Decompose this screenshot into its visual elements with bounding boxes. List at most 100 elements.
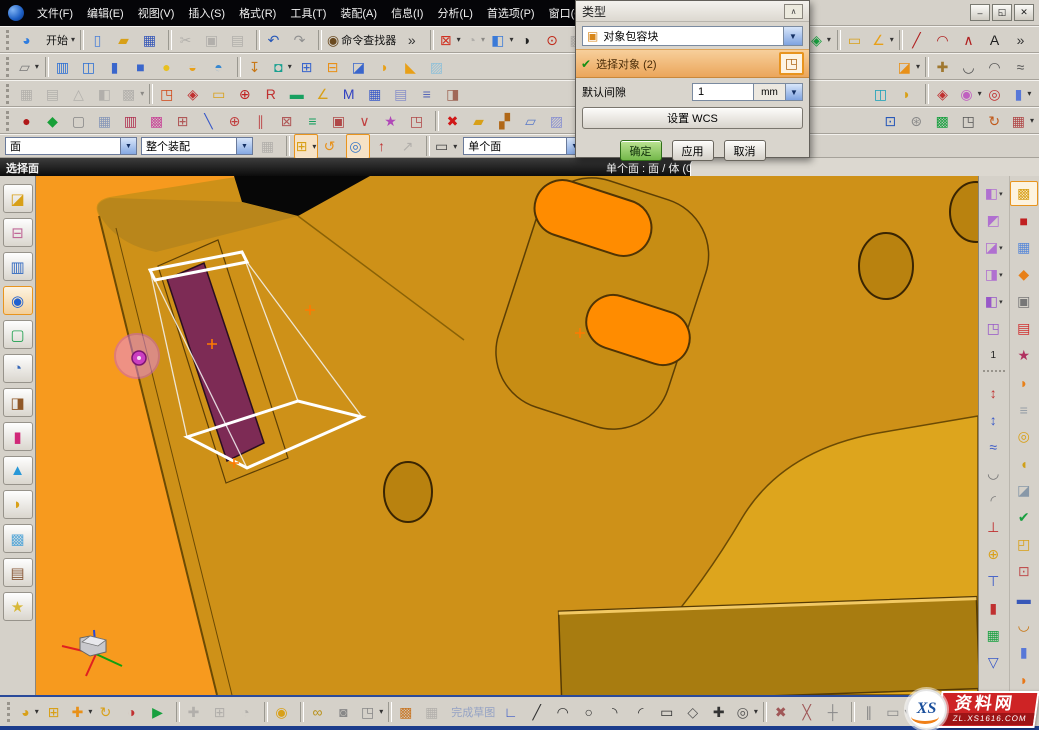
rainbow-layers-icon[interactable]: ≡: [303, 108, 327, 133]
sprue-icon[interactable]: ⊥: [980, 515, 1008, 540]
marquee-select-icon[interactable]: ▭▾: [434, 134, 458, 159]
color-grid-icon[interactable]: ▩: [933, 108, 957, 133]
command-finder-icon[interactable]: ◉命令查找器: [326, 27, 400, 52]
type-filter-combo[interactable]: 面 ▼: [5, 137, 137, 155]
unit-caret-icon[interactable]: ▼: [786, 83, 803, 101]
enlarge-surface-icon[interactable]: ◧▾: [980, 289, 1008, 314]
add-component-icon[interactable]: ✚▾: [70, 699, 94, 724]
display-green-icon[interactable]: ◆: [43, 108, 67, 133]
create-box-icon[interactable]: ◧▾: [980, 181, 1008, 206]
cooling-icon[interactable]: ▮: [1010, 640, 1038, 665]
separator[interactable]: [388, 702, 392, 722]
unit-dropdown[interactable]: mm: [754, 83, 786, 101]
arc-icon[interactable]: ◠: [553, 699, 577, 724]
circle-icon[interactable]: ○: [579, 699, 603, 724]
layer-visible-icon[interactable]: ▨: [547, 108, 571, 133]
close-button[interactable]: ✕: [1014, 4, 1034, 21]
pin-icon[interactable]: ▮: [980, 596, 1008, 621]
curve-tool-icon[interactable]: ◡: [959, 54, 983, 79]
move-component-icon[interactable]: △: [69, 81, 93, 106]
section-view-icon[interactable]: ⊙: [542, 27, 566, 52]
standard-part-icon[interactable]: ⊡: [1010, 559, 1038, 584]
open-file-icon[interactable]: ▰: [114, 27, 138, 52]
start-menu-button[interactable]: 开始▾: [43, 27, 76, 52]
line-icon[interactable]: ╱: [527, 699, 551, 724]
assembly-select-icon[interactable]: ▦: [258, 134, 282, 159]
system-clock-tab[interactable]: ◔: [3, 354, 33, 383]
minimize-button[interactable]: –: [970, 4, 990, 21]
separator[interactable]: [318, 30, 322, 50]
toolbar-grip[interactable]: [7, 702, 14, 722]
history-tab[interactable]: ▢: [3, 320, 33, 349]
sheet-body-icon[interactable]: ▨: [427, 54, 451, 79]
separator[interactable]: [286, 136, 290, 156]
initialize-project-icon[interactable]: ▩: [1010, 181, 1038, 206]
lines-icon[interactable]: ≡: [417, 81, 441, 106]
separator[interactable]: [45, 57, 49, 77]
component-group-icon[interactable]: ⊞: [44, 699, 68, 724]
separator[interactable]: [80, 30, 84, 50]
highlight-lines-icon[interactable]: ◎: [985, 81, 1009, 106]
materials-tab[interactable]: ▮: [3, 422, 33, 451]
toolbar-overflow[interactable]: »: [1011, 27, 1035, 52]
separator[interactable]: [237, 57, 241, 77]
line-icon[interactable]: ╱: [907, 27, 931, 52]
rectangle-icon[interactable]: ▭: [657, 699, 681, 724]
trim-body-icon[interactable]: ◪: [349, 54, 373, 79]
find-component-icon[interactable]: ◕▾: [18, 699, 42, 724]
separator[interactable]: [426, 136, 430, 156]
note-icon[interactable]: ◜: [980, 488, 1008, 513]
graphics-viewport[interactable]: [36, 176, 978, 695]
studio-spline-icon[interactable]: ∧: [959, 27, 983, 52]
expression-icon[interactable]: ▦: [365, 81, 389, 106]
separator[interactable]: [256, 30, 260, 50]
exploded-view-icon[interactable]: ▩▾: [121, 81, 145, 106]
snap-point-icon[interactable]: ⊞▾: [294, 134, 318, 159]
radius-check-icon[interactable]: R: [261, 81, 285, 106]
hide-icon[interactable]: ▢: [69, 108, 93, 133]
cylinder-icon[interactable]: ▮: [105, 54, 129, 79]
sphere-icon[interactable]: ●: [157, 54, 181, 79]
polygon-icon[interactable]: ◇: [683, 699, 707, 724]
draft-analysis-icon[interactable]: ▮▾: [1011, 81, 1035, 106]
assembly-constraint-icon[interactable]: ✚: [184, 699, 208, 724]
cone-icon[interactable]: ◒: [183, 54, 207, 79]
stage-tab[interactable]: ▤: [3, 558, 33, 587]
finish-sketch-label[interactable]: 完成草图: [448, 699, 499, 724]
type-dropdown[interactable]: ▣ 对象包容块 ▼: [582, 26, 803, 46]
pattern-grid-icon[interactable]: ▦▾: [1011, 108, 1035, 133]
reference-blend-icon[interactable]: ◳: [980, 316, 1008, 341]
line-style-icon[interactable]: ╲: [199, 108, 223, 133]
solid-patch-icon[interactable]: ◪▾: [980, 235, 1008, 260]
round-hole[interactable]: [859, 233, 913, 299]
redo-icon[interactable]: ↷: [290, 27, 314, 52]
remember-constraint-icon[interactable]: ◔: [236, 699, 260, 724]
copy-icon[interactable]: ▣: [202, 27, 226, 52]
pocket-icon[interactable]: ◡: [980, 461, 1008, 486]
orient-view-icon[interactable]: ◧▾: [490, 27, 514, 52]
clearance-input[interactable]: 1: [692, 83, 754, 101]
assembly-navigator-tab[interactable]: ◪: [3, 184, 33, 213]
combo-caret-icon[interactable]: ▼: [120, 138, 136, 154]
angle-check-icon[interactable]: ∠: [313, 81, 337, 106]
sheet-10-icon[interactable]: ▱: [521, 108, 545, 133]
toolbar-grip[interactable]: [983, 370, 1005, 378]
roles-tab[interactable]: ◗: [3, 490, 33, 519]
toolbar-grip[interactable]: [6, 111, 13, 131]
parting-surface-icon[interactable]: ◗: [1010, 370, 1038, 395]
assembly-icon[interactable]: ▦: [17, 81, 41, 106]
top-select-icon[interactable]: ↑: [372, 134, 396, 159]
smooth-curve-icon[interactable]: ≈: [1011, 54, 1035, 79]
deviation-gauge-icon[interactable]: ◈: [933, 81, 957, 106]
shrinkage-icon[interactable]: ▦: [1010, 235, 1038, 260]
corner-box-icon[interactable]: ◳: [959, 108, 983, 133]
delete-icon[interactable]: ✖: [443, 108, 467, 133]
paste-icon[interactable]: ▤: [228, 27, 252, 52]
sheet-m-icon[interactable]: ◪: [1010, 478, 1038, 503]
undo-icon[interactable]: ↶: [264, 27, 288, 52]
pattern-component-icon[interactable]: ⊞: [210, 699, 234, 724]
sketch-style-icon[interactable]: ▩: [396, 699, 420, 724]
toolbar-label[interactable]: 1: [980, 343, 1008, 368]
make-corner-icon[interactable]: ┼: [823, 699, 847, 724]
separator[interactable]: [149, 84, 153, 104]
